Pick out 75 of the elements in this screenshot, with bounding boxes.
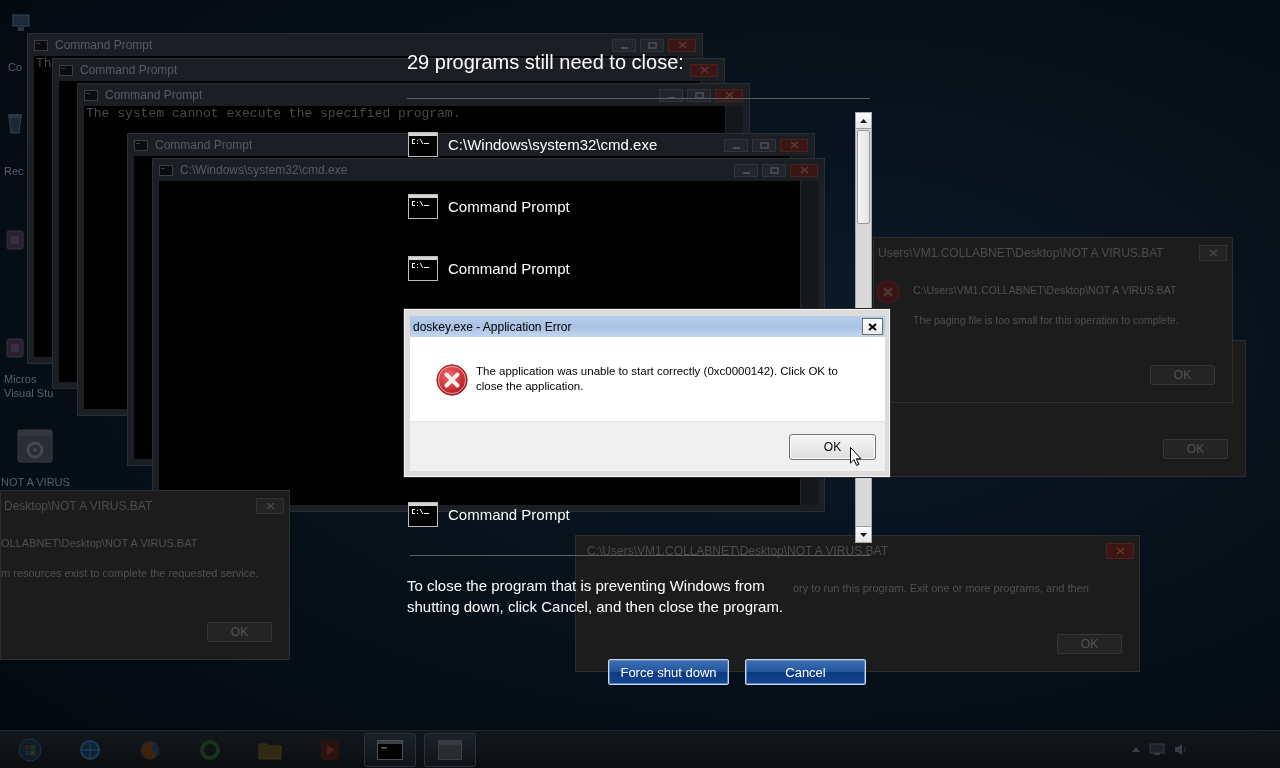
scroll-down-button[interactable] <box>856 526 871 542</box>
desktop-icon-label: Visual Stu <box>4 386 54 400</box>
globe-swirl-icon <box>139 738 161 761</box>
monitor-icon <box>12 14 30 32</box>
maximize-icon <box>647 41 657 49</box>
error-icon <box>436 364 468 396</box>
program-name: Command Prompt <box>448 259 570 277</box>
maximize-icon <box>694 91 704 99</box>
program-name: Command Prompt <box>448 197 570 215</box>
console-output: Th <box>35 56 53 72</box>
up-arrow-icon <box>1132 747 1140 752</box>
window-title: Command Prompt <box>80 63 178 77</box>
monitor-icon <box>1149 743 1165 756</box>
maximize-icon <box>769 166 779 174</box>
desktop-icon-label: Micros <box>4 372 37 386</box>
console-icon <box>408 255 438 281</box>
trash-bin-icon <box>6 112 24 134</box>
window-title: C:\Windows\system32\cmd.exe <box>180 163 348 177</box>
desktop-icon-label: NOT A VIRUS <box>1 475 70 489</box>
console-icon <box>377 739 403 760</box>
close-icon <box>677 41 687 49</box>
taskbar-button[interactable] <box>364 732 416 767</box>
dialog-title: doskey.exe - Application Error <box>413 319 572 334</box>
start-orb-icon <box>18 737 42 762</box>
maximize-button[interactable] <box>752 138 776 152</box>
scroll-up-button[interactable] <box>856 113 871 129</box>
globe-icon <box>79 738 101 761</box>
maximize-icon <box>759 141 769 149</box>
console-icon <box>159 164 173 176</box>
window-title: Command Prompt <box>105 88 203 102</box>
speaker-icon <box>1174 743 1188 756</box>
maximize-button[interactable] <box>762 163 786 177</box>
shutdown-heading: 29 programs still need to close: <box>407 52 684 72</box>
ring-icon <box>199 738 221 761</box>
close-icon <box>799 166 809 174</box>
ring-tile-icon <box>16 428 54 464</box>
shutdown-message: To close the program that is preventing Windows from shutting down, click Cancel, and then close the program. <box>407 576 785 617</box>
window-icon <box>438 739 462 760</box>
desktop-icon-label: Rec <box>4 164 24 178</box>
cursor-icon <box>850 447 862 466</box>
maximize-button[interactable] <box>640 38 664 52</box>
console-icon <box>84 89 98 101</box>
down-arrow-icon <box>860 532 867 537</box>
minimize-button[interactable] <box>724 138 748 152</box>
close-icon <box>265 502 275 510</box>
ok-button[interactable]: OK <box>789 433 876 460</box>
minimize-button[interactable] <box>612 38 636 52</box>
minimize-button[interactable] <box>734 163 758 177</box>
close-icon <box>724 91 734 99</box>
window-title: Command Prompt <box>55 38 153 52</box>
console-icon <box>134 139 148 151</box>
program-name: C:\Windows\system32\cmd.exe <box>448 135 658 153</box>
program-name: Command Prompt <box>448 505 570 523</box>
console-icon <box>408 193 438 219</box>
error-message: The application was unable to start correctly (0xc0000142). Click OK to close the application. <box>476 364 839 394</box>
close-icon <box>868 322 877 331</box>
cancel-button[interactable]: Cancel <box>745 659 866 685</box>
up-arrow-icon <box>860 118 867 123</box>
close-icon <box>1208 249 1218 257</box>
app-icon <box>6 230 24 250</box>
console-icon <box>59 64 73 76</box>
close-icon <box>699 66 709 74</box>
force-shut-down-button[interactable]: Force shut down <box>608 659 729 685</box>
play-icon <box>320 738 340 761</box>
close-icon <box>789 141 799 149</box>
desktop-icon-label: Co <box>8 60 23 74</box>
close-icon <box>1115 547 1125 555</box>
close-button[interactable] <box>862 318 883 335</box>
scrollbar-thumb[interactable] <box>857 130 870 224</box>
window-title: Command Prompt <box>155 138 253 152</box>
taskbar-button[interactable] <box>424 732 476 767</box>
console-icon <box>34 39 48 51</box>
app-icon <box>6 338 24 358</box>
error-icon <box>876 279 900 305</box>
console-output: The system cannot execute the specified program. <box>85 106 462 122</box>
